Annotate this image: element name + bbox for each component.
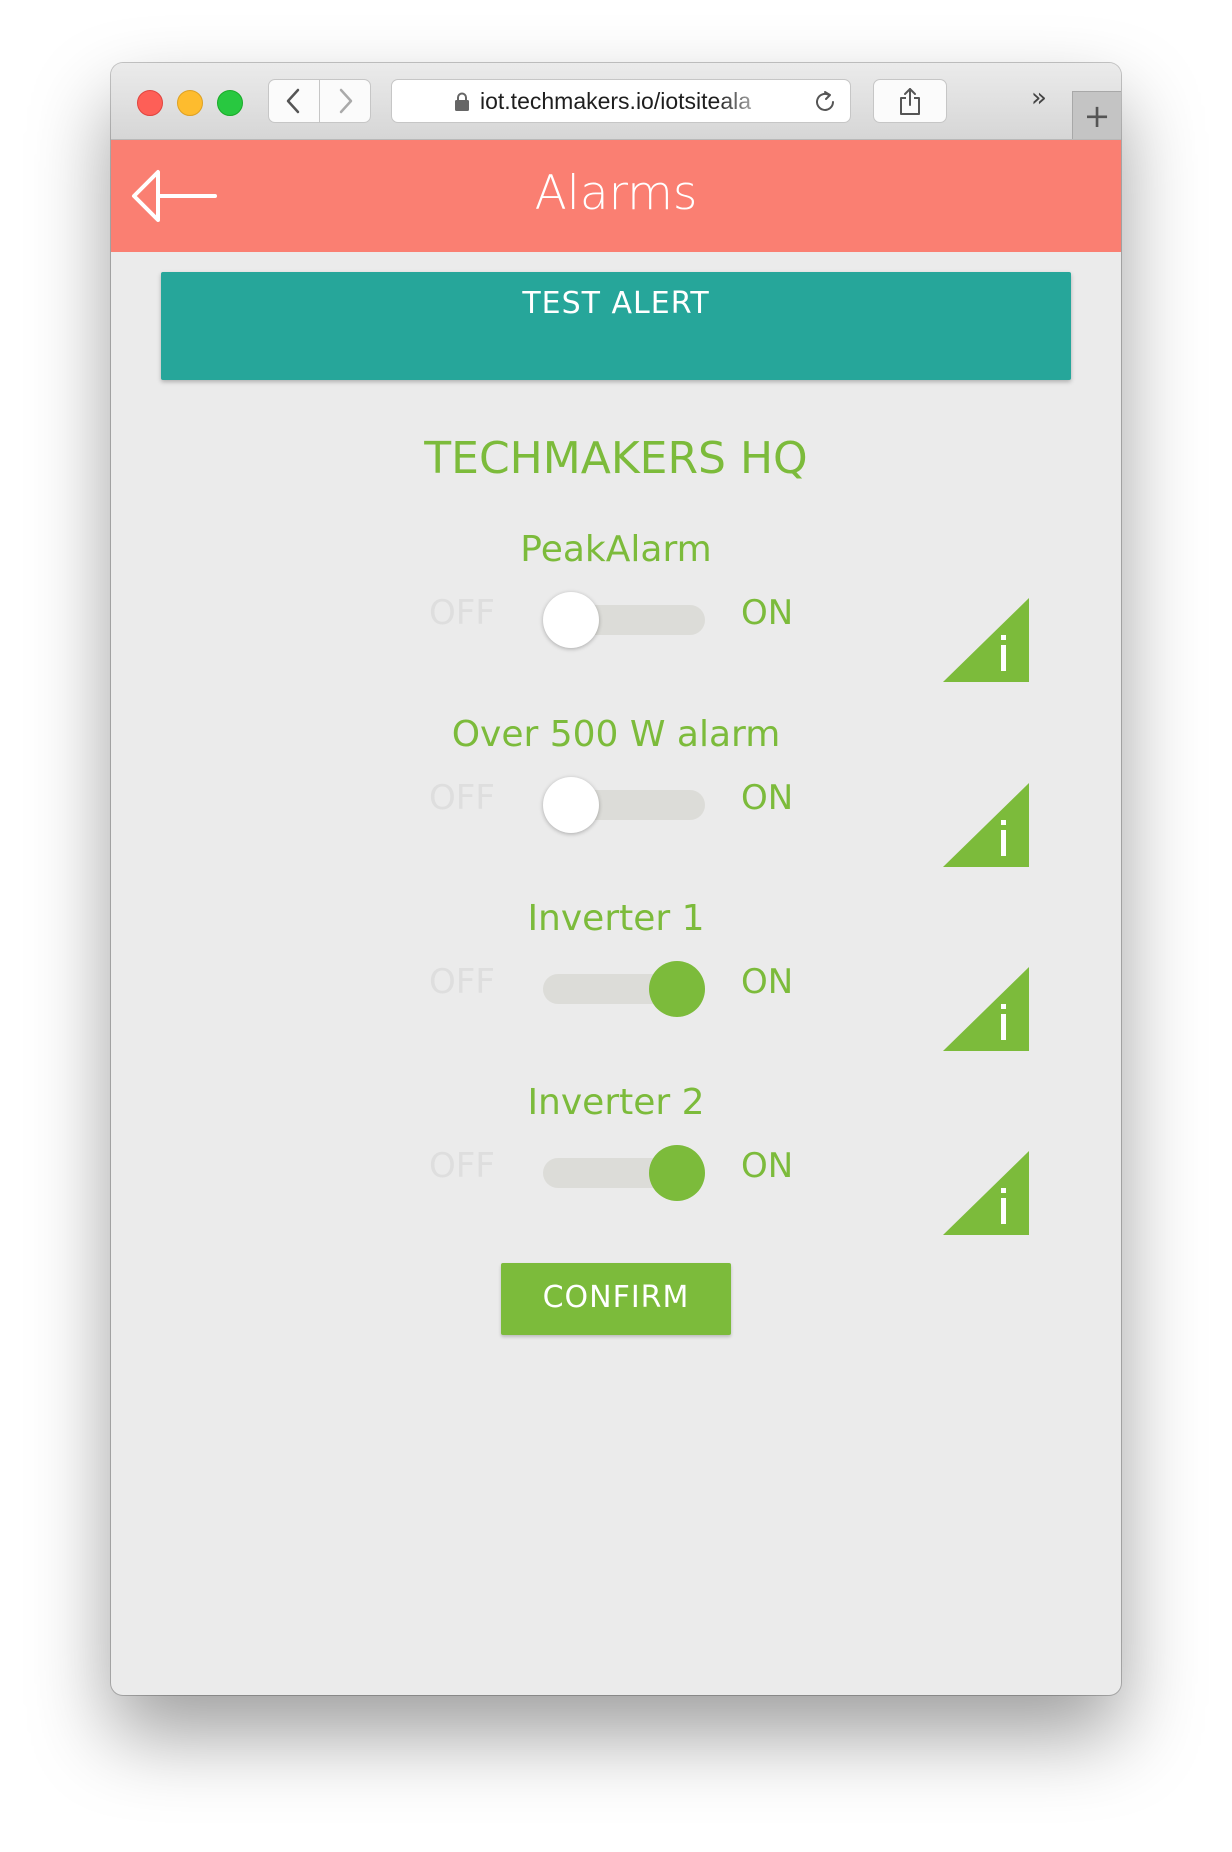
new-tab-button[interactable]: +: [1072, 91, 1121, 139]
off-label: OFF: [429, 1146, 495, 1186]
on-label: ON: [741, 778, 794, 818]
alarm-name: Over 500 W alarm: [451, 714, 781, 755]
info-triangle-icon[interactable]: [943, 598, 1029, 682]
alarm-toggle[interactable]: [543, 777, 705, 833]
on-label: ON: [741, 962, 794, 1002]
on-label: ON: [741, 593, 794, 633]
toggle-knob: [649, 1145, 705, 1201]
alarm-toggle[interactable]: [543, 592, 705, 648]
window-maximize-button[interactable]: [217, 90, 243, 116]
test-alert-button[interactable]: TEST ALERT: [161, 272, 1071, 380]
toggle-knob: [649, 961, 705, 1017]
test-alert-label: TEST ALERT: [522, 286, 710, 321]
share-icon: [900, 88, 920, 115]
window-close-button[interactable]: [137, 90, 163, 116]
chevron-right-icon: [339, 88, 353, 114]
browser-window: iot.techmakers.io/iotsiteala » + Alarms …: [111, 63, 1121, 1695]
info-triangle-icon[interactable]: [943, 783, 1029, 867]
chevron-left-icon: [286, 88, 300, 114]
app-header: Alarms: [111, 140, 1121, 252]
alarm-toggle[interactable]: [543, 961, 705, 1017]
alarm-name: Inverter 2: [527, 1082, 705, 1123]
off-label: OFF: [429, 962, 495, 1002]
address-bar[interactable]: iot.techmakers.io/iotsiteala: [391, 79, 851, 123]
browser-forward-button[interactable]: [319, 79, 371, 123]
lock-icon: [455, 92, 469, 111]
info-triangle-icon[interactable]: [943, 967, 1029, 1051]
info-triangle-icon[interactable]: [943, 1151, 1029, 1235]
confirm-button[interactable]: CONFIRM: [501, 1263, 731, 1335]
alarm-name: Inverter 1: [527, 898, 705, 939]
confirm-label: CONFIRM: [542, 1280, 690, 1315]
off-label: OFF: [429, 778, 495, 818]
site-title: TECHMAKERS HQ: [424, 433, 808, 484]
browser-toolbar: iot.techmakers.io/iotsiteala » +: [111, 63, 1121, 140]
more-toolbar-items-icon[interactable]: »: [1031, 83, 1047, 113]
page-title: Alarms: [534, 166, 698, 221]
share-button[interactable]: [873, 79, 947, 123]
toggle-knob: [543, 777, 599, 833]
url-text: iot.techmakers.io/iotsiteala: [480, 88, 752, 114]
on-label: ON: [741, 1146, 794, 1186]
off-label: OFF: [429, 593, 495, 633]
alarm-toggle[interactable]: [543, 1145, 705, 1201]
window-minimize-button[interactable]: [177, 90, 203, 116]
browser-back-button[interactable]: [268, 79, 320, 123]
toggle-knob: [543, 592, 599, 648]
alarm-name: PeakAlarm: [520, 529, 712, 570]
plus-icon: +: [1083, 96, 1111, 135]
reload-icon[interactable]: [812, 89, 838, 115]
